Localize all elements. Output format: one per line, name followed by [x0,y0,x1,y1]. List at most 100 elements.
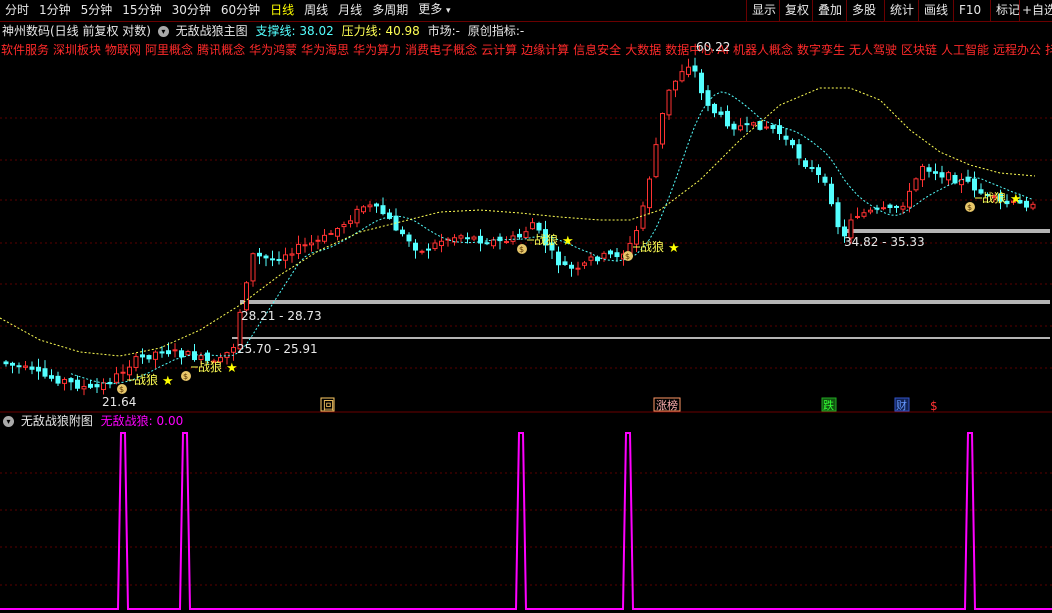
candle-body [712,103,717,114]
subchart-plot [0,432,1052,610]
candle-body [777,125,782,135]
candle-body [192,351,197,361]
marker-dollar: $ [930,399,938,413]
candle-body [458,235,464,239]
star-icon: ★ [1010,192,1022,207]
signal-label: 战狼 [134,372,158,387]
candle-body [517,233,522,238]
candle-body [387,212,392,219]
candle-body [504,241,509,244]
money-bag-glyph: $ [625,252,630,261]
candle-body [1030,203,1036,209]
candle-body [302,244,308,247]
candle-body [328,232,334,235]
candle-body [608,250,613,255]
candle-body [75,379,80,389]
candle-body [770,125,776,129]
candle-body [62,378,67,384]
candle-body [140,354,145,358]
candle-body [309,242,314,246]
candle-body [1024,200,1029,208]
candle-body [933,171,938,174]
money-bag-glyph: $ [183,372,188,381]
candle-body [900,205,906,210]
candle-body [127,366,132,376]
candle-body [49,375,54,379]
candle-body [380,205,386,215]
candle-body [829,183,834,205]
candle-body [426,248,431,251]
zhanlang-signal[interactable]: $ 战狼 ★ [117,372,174,394]
candle-body [523,231,529,238]
candle-body [920,165,925,181]
zone-band-3 [842,229,1050,233]
candle-body [887,204,893,208]
signal-label: 战狼 [982,190,1006,205]
star-icon: ★ [668,241,680,256]
candle-body [634,230,639,245]
candle-body [146,355,152,360]
zhanlang-signal[interactable]: $ 战狼 ★ [181,359,238,381]
zone-band-2 [232,337,1050,339]
signal-label: 战狼 [198,359,222,374]
candle-body [783,135,789,140]
candle-body [244,282,249,311]
candle-body [88,383,93,388]
candle-body [179,350,184,358]
candle-body [185,350,191,356]
candle-body [419,250,425,253]
candle-body [3,361,9,365]
candle-body [491,239,496,247]
candles [3,57,1036,396]
subchart-title[interactable]: 无敌战狼附图 [21,414,93,428]
candle-body [432,242,438,250]
candle-body [601,252,607,259]
candle-body [614,252,620,258]
candle-body [699,72,704,94]
candle-body [133,356,139,368]
candle-body [822,176,828,183]
zhanlang-signal[interactable]: $ 战狼 ★ [965,190,1022,212]
star-icon: ★ [562,234,574,249]
candle-body [744,123,750,126]
candle-body [894,205,899,208]
candle-body [796,144,802,159]
candlestick-chart[interactable]: 60.22 21.64 28.21 - 28.73 25.70 - 25.91 … [0,0,1052,613]
candle-body [582,262,587,266]
candle-body [224,352,230,358]
candle-body [289,253,295,256]
high-price-label: 60.22 [696,40,730,54]
marker-zhangbang: 涨榜 [656,398,678,412]
candle-body [159,351,165,354]
candle-body [465,237,470,240]
candle-body [341,224,347,228]
chevron-down-icon[interactable]: ▾ [3,416,14,427]
candle-body [595,256,600,262]
candle-body [939,172,945,178]
marker-cai: 财 [896,398,907,412]
signal-spike-line [0,432,1052,610]
candle-body [861,212,867,217]
subchart-header: ▾ 无敌战狼附图 无敌战狼: 0.00 [0,413,183,430]
candle-body [263,255,269,259]
candle-body [556,251,561,266]
candle-body [640,205,646,229]
candle-body [510,235,516,242]
candle-body [413,242,418,251]
candle-body [757,121,763,130]
candle-body [881,207,886,210]
zone-label-3: 34.82 - 35.33 [844,235,925,249]
candle-body [816,167,821,175]
candle-body [68,378,74,383]
marker-die: 跌 [823,398,834,412]
candle-body [367,204,373,208]
candle-body [296,243,301,255]
candle-body [322,234,327,242]
subchart-label: 无敌战狼: [100,414,153,428]
candle-body [673,80,678,91]
candle-body [653,144,659,178]
candle-body [36,366,41,372]
candle-body [198,355,204,361]
candle-body [400,229,405,235]
candle-body [913,178,919,191]
